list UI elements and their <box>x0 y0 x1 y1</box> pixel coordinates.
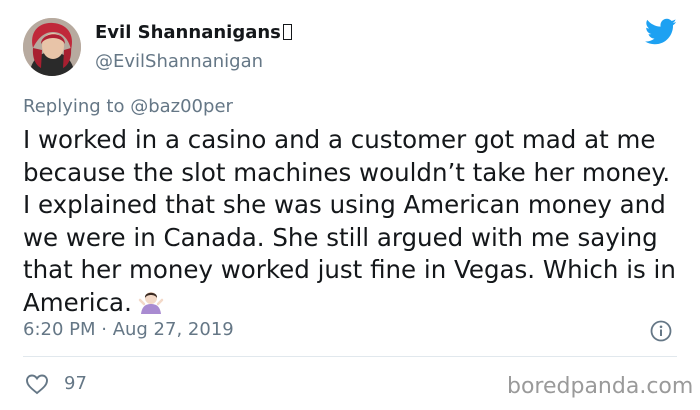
reply-mention-link[interactable]: @baz00per <box>130 96 233 117</box>
divider <box>23 356 677 357</box>
person-shrugging-emoji-icon <box>138 291 164 314</box>
heart-icon[interactable] <box>25 373 49 395</box>
tweet-card: Evil Shannanigans @EvilShannanigan Reply… <box>0 0 700 410</box>
missing-glyph-icon <box>282 24 292 40</box>
info-icon[interactable] <box>650 320 672 342</box>
tweet-text: I worked in a casino and a customer got … <box>23 125 676 317</box>
avatar[interactable] <box>23 18 81 76</box>
author-name[interactable]: Evil Shannanigans <box>95 22 292 43</box>
author-handle[interactable]: @EvilShannanigan <box>95 51 263 72</box>
tweet-timestamp[interactable]: 6:20 PM · Aug 27, 2019 <box>23 319 234 340</box>
watermark: boredpanda.com <box>507 374 694 399</box>
twitter-bird-icon[interactable] <box>645 18 677 46</box>
replying-to: Replying to @baz00per <box>23 96 233 117</box>
like-count: 97 <box>64 373 87 394</box>
